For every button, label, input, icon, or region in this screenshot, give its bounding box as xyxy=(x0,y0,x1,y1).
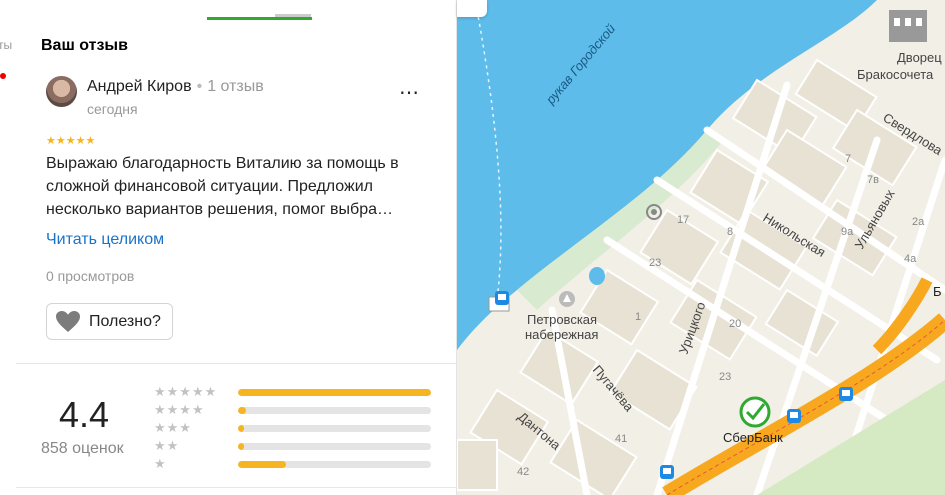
house-number: 23 xyxy=(719,371,731,383)
house-number: 1 xyxy=(635,311,641,323)
useful-label: Полезно? xyxy=(89,312,161,330)
map[interactable]: рукав Городской Дворец Бракосочета Сверд… xyxy=(457,0,945,495)
house-number: 42 xyxy=(517,466,529,478)
rating-value: 4.4 xyxy=(59,394,110,435)
divider-bottom xyxy=(16,487,456,488)
rating-row-bar-fill xyxy=(238,389,431,396)
heart-icon xyxy=(56,311,80,332)
rating-row-bar xyxy=(238,407,431,414)
pond xyxy=(589,267,605,285)
rating-row-stars: ★★★★★ xyxy=(154,384,218,399)
rating-row-bar xyxy=(238,443,431,450)
house-number: 23 xyxy=(649,257,661,269)
embankment-label-1: Петровская xyxy=(527,312,597,327)
bus-stop-icon[interactable] xyxy=(660,465,674,479)
rating-row-stars: ★★★ xyxy=(154,420,192,435)
review-stars: ★★★★★ xyxy=(46,135,96,147)
review-author: Андрей Киров • 1 отзыв xyxy=(87,78,264,95)
rating-row-bar xyxy=(238,425,431,432)
author-name[interactable]: Андрей Киров xyxy=(87,78,192,95)
bank-label: СберБанк xyxy=(723,430,783,445)
edge-label: Б xyxy=(933,284,942,299)
author-review-count: 1 отзыв xyxy=(207,78,264,95)
views-count: 0 просмотров xyxy=(46,268,135,284)
place-icon[interactable] xyxy=(559,291,575,307)
section-title: Ваш отзыв xyxy=(41,37,128,54)
house-number: 20 xyxy=(729,318,741,330)
rating-row-stars: ★★★★ xyxy=(154,402,205,417)
left-panel-edge: ты xyxy=(0,0,17,495)
house-number: 8 xyxy=(727,226,733,238)
house-number: 2а xyxy=(912,216,925,228)
active-tab-indicator xyxy=(207,17,312,20)
review-date: сегодня xyxy=(87,101,138,117)
map-control-button[interactable] xyxy=(457,0,487,17)
avatar[interactable] xyxy=(46,76,77,107)
palace-label-2: Бракосочета xyxy=(857,67,934,82)
rating-row-bar-fill xyxy=(238,443,244,450)
read-more-link[interactable]: Читать целиком xyxy=(46,231,164,249)
left-edge-text: ты xyxy=(0,38,13,52)
rating-row-bar xyxy=(238,461,431,468)
rating-row-bar-fill xyxy=(238,461,287,468)
house-number: 7 xyxy=(845,153,851,165)
rating-row-stars: ★★ xyxy=(154,438,180,453)
notification-dot xyxy=(0,73,6,79)
house-number: 9а xyxy=(841,226,854,238)
useful-button[interactable]: Полезно? xyxy=(46,303,173,340)
bus-stop-icon[interactable] xyxy=(839,387,853,401)
rating-count: 858 оценок xyxy=(41,440,124,457)
divider xyxy=(16,363,456,364)
bus-stop-icon[interactable] xyxy=(787,409,801,423)
house-number: 41 xyxy=(615,433,627,445)
rating-row-bar-fill xyxy=(238,425,244,432)
embankment-label-2: набережная xyxy=(525,327,598,342)
palace-icon[interactable] xyxy=(889,10,927,42)
house-number: 4а xyxy=(904,253,917,265)
bus-stop-icon[interactable] xyxy=(495,291,509,305)
review-panel: Ваш отзыв Андрей Киров • 1 отзыв сегодня ⋯… xyxy=(16,0,457,495)
review-text: Выражаю благодарность Виталию за помощь … xyxy=(46,155,399,218)
sberbank-icon[interactable] xyxy=(739,396,771,428)
rating-row-stars: ★ xyxy=(154,456,167,471)
more-options-icon[interactable]: ⋯ xyxy=(399,80,420,105)
palace-label-1: Дворец xyxy=(897,50,942,65)
map-canvas[interactable]: рукав Городской Дворец Бракосочета Сверд… xyxy=(457,0,945,495)
house-number: 17 xyxy=(677,214,689,226)
rating-row-bar-fill xyxy=(238,407,246,414)
rating-row-bar xyxy=(238,389,431,396)
house-number: 7в xyxy=(867,174,879,186)
